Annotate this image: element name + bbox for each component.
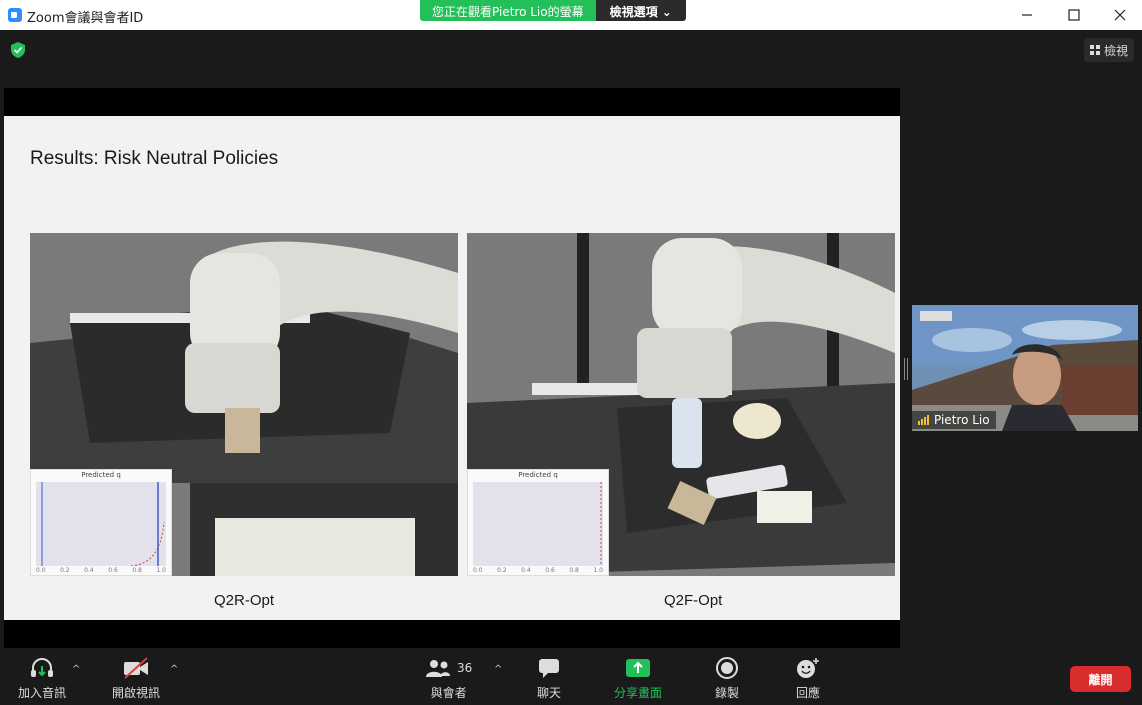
record-button[interactable]: 錄製 bbox=[715, 656, 739, 701]
plot-title: Predicted q bbox=[518, 471, 558, 479]
participant-name-tag: Pietro Lio bbox=[912, 411, 996, 429]
plot-title: Predicted q bbox=[81, 471, 121, 479]
view-layout-button[interactable]: 檢視 bbox=[1083, 38, 1134, 62]
participants-label: 與會者 bbox=[430, 686, 467, 700]
smiley-plus-icon bbox=[797, 658, 819, 678]
caption-left: Q2R-Opt bbox=[214, 592, 275, 609]
video-off-icon bbox=[124, 657, 148, 679]
meeting-toolbar: 加入音訊 ^ 開啟視訊 ^ 36 與會者 ^ 聊天 分享畫面 錄製 回應 bbox=[0, 648, 1142, 705]
tick-label: 0.2 bbox=[497, 567, 507, 574]
security-shield-icon[interactable] bbox=[11, 42, 25, 58]
tick-label: 0.6 bbox=[108, 567, 118, 574]
tick-label: 0.8 bbox=[132, 567, 142, 574]
start-video-button[interactable]: 開啟視訊 bbox=[112, 656, 160, 701]
plot-ticks: 0.0 0.2 0.4 0.6 0.8 1.0 bbox=[36, 567, 166, 574]
chat-button[interactable]: 聊天 bbox=[537, 656, 561, 701]
share-screen-button[interactable]: 分享畫面 bbox=[614, 656, 662, 701]
participant-video-tile[interactable]: Pietro Lio bbox=[912, 305, 1138, 431]
tick-label: 0.4 bbox=[84, 567, 94, 574]
reactions-label: 回應 bbox=[795, 686, 820, 700]
splitter-handle[interactable] bbox=[904, 358, 908, 380]
prediction-plot-left: Predicted q 0.0 0.2 0.4 0.6 0.8 1.0 bbox=[30, 469, 172, 576]
share-screen-icon bbox=[626, 659, 650, 677]
audio-options-caret-icon[interactable]: ^ bbox=[72, 664, 80, 675]
signal-strength-icon bbox=[918, 415, 929, 425]
share-screen-label: 分享畫面 bbox=[614, 686, 663, 700]
start-video-label: 開啟視訊 bbox=[112, 686, 161, 700]
tick-label: 1.0 bbox=[593, 567, 603, 574]
plot-area bbox=[36, 482, 166, 567]
plot-area bbox=[473, 482, 603, 566]
tick-label: 0.2 bbox=[60, 567, 70, 574]
video-options-caret-icon[interactable]: ^ bbox=[170, 664, 178, 675]
reactions-button[interactable]: 回應 bbox=[795, 656, 821, 701]
grid-icon bbox=[1089, 45, 1100, 55]
tick-label: 0.0 bbox=[473, 567, 483, 574]
participants-count: 36 bbox=[457, 661, 473, 675]
zoom-logo-icon bbox=[8, 8, 22, 22]
window-title: Zoom會議與會者ID bbox=[27, 11, 144, 26]
join-audio-button[interactable]: 加入音訊 bbox=[18, 656, 66, 701]
robot-photo-left: Predicted q 0.0 0.2 0.4 0.6 0.8 1.0 bbox=[30, 233, 458, 576]
headphones-icon bbox=[31, 658, 53, 677]
tick-label: 1.0 bbox=[156, 567, 166, 574]
tick-label: 0.0 bbox=[36, 567, 46, 574]
participants-icon bbox=[426, 660, 450, 677]
maximize-icon[interactable] bbox=[1051, 0, 1097, 30]
minimize-icon[interactable] bbox=[1004, 0, 1050, 30]
record-icon bbox=[716, 657, 738, 679]
participants-options-caret-icon[interactable]: ^ bbox=[494, 664, 502, 675]
plot-ticks: 0.0 0.2 0.4 0.6 0.8 1.0 bbox=[473, 567, 603, 574]
record-label: 錄製 bbox=[715, 686, 740, 700]
viewing-banner: 您正在觀看Pietro Lio的螢幕 bbox=[420, 0, 596, 21]
caption-right: Q2F-Opt bbox=[664, 592, 723, 609]
participant-name: Pietro Lio bbox=[934, 413, 990, 427]
leave-meeting-button[interactable]: 離開 bbox=[1070, 666, 1131, 692]
tick-label: 0.4 bbox=[521, 567, 531, 574]
view-label: 檢視 bbox=[1103, 43, 1128, 58]
prediction-plot-right: Predicted q 0.0 0.2 0.4 0.6 0.8 1.0 bbox=[467, 469, 609, 576]
chat-label: 聊天 bbox=[537, 686, 562, 700]
tick-label: 0.8 bbox=[569, 567, 579, 574]
slide-title: Results: Risk Neutral Policies bbox=[30, 148, 279, 169]
view-options-button[interactable]: 檢視選項 ⌄ bbox=[595, 0, 686, 21]
robot-photo-right: Predicted q 0.0 0.2 0.4 0.6 0.8 1.0 bbox=[467, 233, 895, 576]
participants-button[interactable]: 36 與會者 bbox=[425, 656, 472, 701]
screen-share-banner: 您正在觀看Pietro Lio的螢幕 檢視選項 ⌄ bbox=[420, 0, 686, 21]
join-audio-label: 加入音訊 bbox=[18, 686, 67, 700]
chat-icon bbox=[539, 659, 559, 678]
presentation-slide: Results: Risk Neutral Policies Predicted… bbox=[4, 116, 900, 620]
shared-screen: Results: Risk Neutral Policies Predicted… bbox=[4, 88, 900, 648]
tick-label: 0.6 bbox=[545, 567, 555, 574]
close-icon[interactable] bbox=[1097, 0, 1142, 30]
title-bar: Zoom會議與會者ID 您正在觀看Pietro Lio的螢幕 檢視選項 ⌄ bbox=[0, 0, 1142, 30]
